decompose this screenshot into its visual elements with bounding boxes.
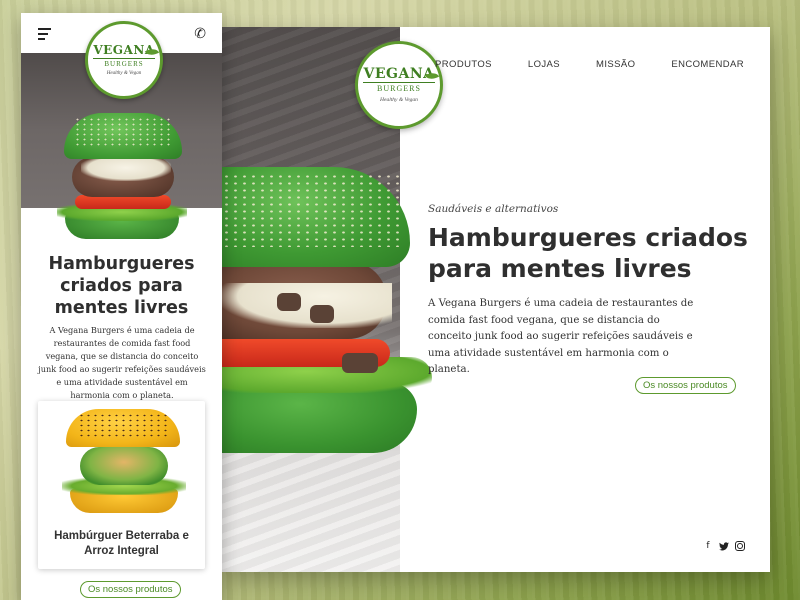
logo-sub: BURGERS	[377, 84, 421, 94]
main-nav: PRODUTOS LOJAS MISSÃO ENCOMENDAR	[399, 59, 744, 70]
mobile-green-burger-image	[57, 113, 187, 243]
hero-title: Hamburgueres criados para mentes livres	[428, 223, 748, 283]
twitter-icon[interactable]	[719, 541, 729, 551]
hero-tagline: Saudáveis e alternativos	[428, 203, 559, 215]
nav-item-encomendar[interactable]: ENCOMENDAR	[671, 59, 744, 70]
mobile-products-button[interactable]: Os nossos produtos	[80, 581, 181, 598]
green-burger-image	[222, 165, 437, 465]
logo-sub: BURGERS	[104, 59, 144, 68]
nav-item-lojas[interactable]: LOJAS	[528, 59, 560, 70]
hero-content: Saudáveis e alternativos Hamburgueres cr…	[428, 203, 748, 379]
product-card[interactable]: Hambúrguer Beterraba e Arroz Integral	[38, 401, 205, 569]
nav-item-produtos[interactable]: PRODUTOS	[435, 59, 492, 70]
mobile-hero-description: A Vegana Burgers é uma cadeia de restaur…	[38, 325, 206, 400]
nav-item-missao[interactable]: MISSÃO	[596, 59, 635, 70]
mobile-brand-logo[interactable]: VEGANA BURGERS Healthy & Vegan	[85, 21, 163, 99]
logo-tagline: Healthy & Vegan	[380, 97, 418, 104]
logo-tagline: Healthy & Vegan	[106, 70, 142, 76]
products-button[interactable]: Os nossos produtos	[635, 377, 736, 394]
hamburger-menu-icon[interactable]	[38, 28, 51, 43]
beetroot-burger-image	[62, 409, 186, 521]
hero-description: A Vegana Burgers é uma cadeia de restaur…	[428, 298, 694, 375]
desktop-mockup: VEGANA BURGERS Healthy & Vegan PRODUTOS …	[222, 27, 770, 572]
brand-logo[interactable]: VEGANA BURGERS Healthy & Vegan	[355, 41, 443, 129]
mobile-hero-title: Hamburgueres criados para mentes livres	[48, 254, 195, 318]
instagram-icon[interactable]	[735, 541, 745, 551]
product-card-title: Hambúrguer Beterraba e Arroz Integral	[54, 530, 189, 557]
facebook-icon[interactable]: f	[703, 541, 713, 551]
mobile-mockup: ✆ VEGANA BURGERS Healthy & Vegan Hamburg…	[21, 13, 222, 600]
social-links: f	[703, 541, 745, 551]
phone-icon[interactable]: ✆	[194, 26, 206, 42]
